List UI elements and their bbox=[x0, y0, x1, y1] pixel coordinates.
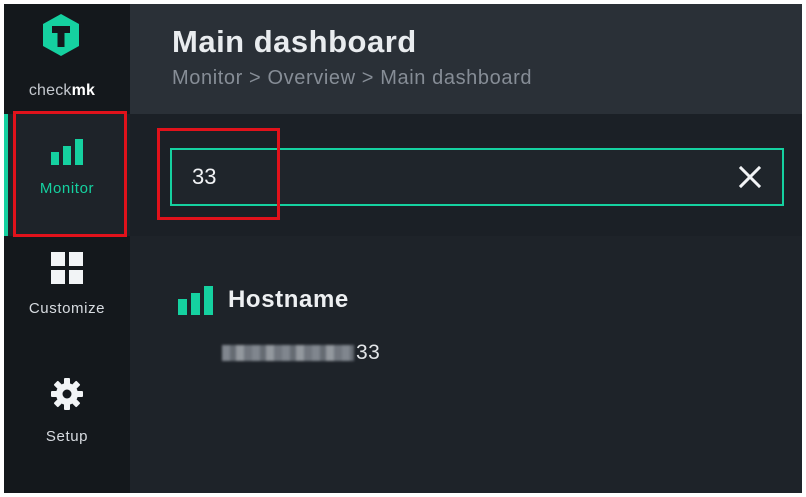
search-box[interactable] bbox=[170, 148, 784, 206]
result-group-title: Hostname bbox=[228, 286, 349, 313]
bar-chart-icon bbox=[178, 286, 213, 315]
brand-name: checkmk bbox=[28, 82, 96, 99]
sidebar-item-customize[interactable]: Customize bbox=[4, 250, 130, 350]
breadcrumb[interactable]: Monitor > Overview > Main dashboard bbox=[172, 67, 532, 90]
result-host-item[interactable]: 33 bbox=[222, 341, 380, 365]
search-input[interactable] bbox=[192, 162, 712, 192]
sidebar-item-setup[interactable]: Setup bbox=[4, 376, 130, 466]
checkmk-window: checkmk Monitor Customize Setup Main das… bbox=[4, 4, 802, 493]
gear-icon bbox=[51, 378, 83, 410]
sidebar-item-label: Customize bbox=[28, 300, 106, 317]
close-icon[interactable] bbox=[736, 163, 764, 191]
result-host-suffix: 33 bbox=[356, 341, 381, 364]
checkmk-logo-icon bbox=[43, 14, 79, 56]
grid-icon bbox=[51, 252, 83, 284]
sidebar-item-monitor[interactable]: Monitor bbox=[4, 114, 130, 236]
logo[interactable]: checkmk bbox=[4, 4, 130, 114]
sidebar-item-label: Monitor bbox=[39, 180, 95, 197]
search-panel bbox=[130, 114, 802, 236]
page-header: Main dashboard Monitor > Overview > Main… bbox=[130, 4, 802, 114]
sidebar: checkmk Monitor Customize Setup bbox=[4, 4, 130, 493]
search-results: Hostname 33 bbox=[130, 236, 802, 493]
page-title: Main dashboard bbox=[172, 24, 417, 59]
bar-chart-icon bbox=[51, 139, 83, 165]
redacted-hostname bbox=[222, 345, 354, 361]
sidebar-item-label: Setup bbox=[45, 428, 89, 445]
